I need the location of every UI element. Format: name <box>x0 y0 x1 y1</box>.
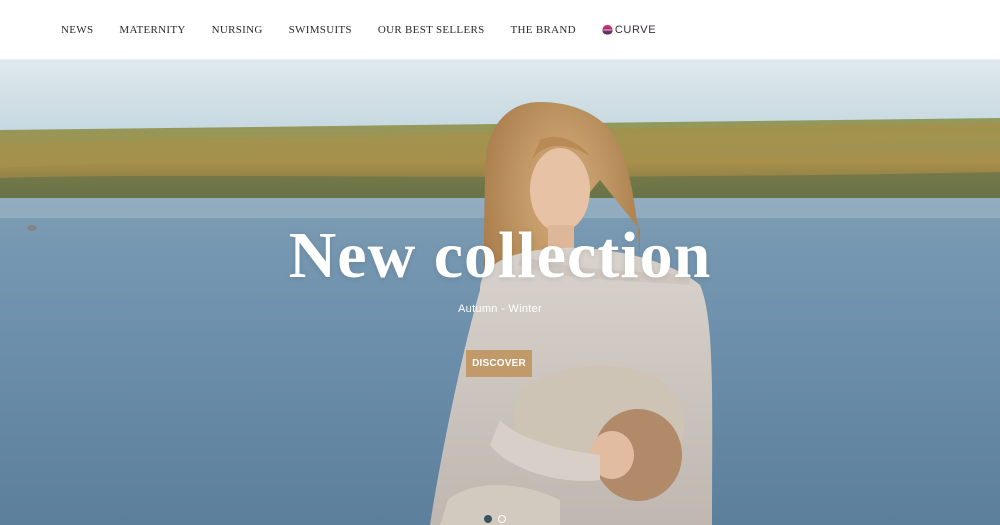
nav-maternity[interactable]: MATERNITY <box>119 23 185 37</box>
hero-image <box>0 60 1000 525</box>
nav-nursing[interactable]: NURSING <box>212 23 263 37</box>
hero-banner: New collection Autumn - Winter DISCOVER <box>0 60 1000 525</box>
discover-button[interactable]: DISCOVER <box>466 350 532 377</box>
nav-swimsuits[interactable]: SWIMSUITS <box>289 23 352 37</box>
nav-news[interactable]: NEWS <box>61 23 93 37</box>
nav-the-brand[interactable]: THE BRAND <box>511 23 576 37</box>
top-navigation: NEWS MATERNITY NURSING SWIMSUITS OUR BES… <box>0 0 1000 60</box>
nav-best-sellers[interactable]: OUR BEST SELLERS <box>378 23 485 37</box>
slide-dot-2[interactable] <box>498 515 506 523</box>
slide-dot-1[interactable] <box>484 515 492 523</box>
slider-dots <box>484 515 512 523</box>
curve-label: CURVE <box>614 23 657 36</box>
hero-title: New collection <box>288 219 712 292</box>
nav-curve[interactable]: CURVE <box>602 23 656 37</box>
hero-subtitle: Autumn - Winter <box>458 303 542 315</box>
curve-logo-icon <box>602 24 613 35</box>
